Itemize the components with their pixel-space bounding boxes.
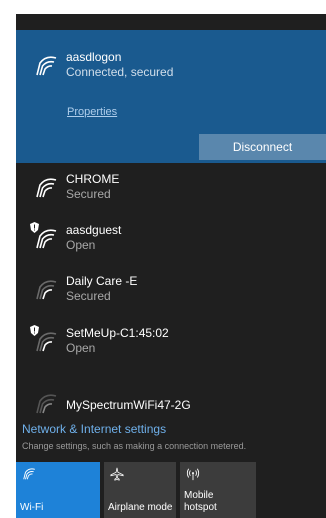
wifi-icon [36, 394, 57, 414]
network-ssid: CHROME [66, 172, 120, 186]
tile-label: Airplane mode [108, 502, 173, 513]
network-item-setmeup[interactable]: SetMeUp-C1:45:02 Open [16, 324, 326, 368]
wifi-open-icon-wrap [30, 325, 58, 354]
warning-shield-icon [30, 222, 39, 233]
tile-label: Mobile hotspot [184, 490, 217, 513]
properties-link[interactable]: Properties [67, 106, 117, 118]
network-item-myspectrum[interactable]: MySpectrumWiFi47-2G [16, 392, 326, 416]
network-status: Open [66, 341, 96, 355]
wifi-icon [36, 178, 57, 198]
network-ssid: aasdguest [66, 223, 122, 237]
airplane-mode-quick-action-tile[interactable]: Airplane mode [104, 462, 176, 518]
network-status: Open [66, 238, 96, 252]
network-internet-settings-link[interactable]: Network & Internet settings [22, 422, 166, 436]
warning-shield-icon [30, 325, 39, 336]
wifi-icon [23, 468, 35, 480]
tile-label: Wi-Fi [20, 502, 44, 513]
disconnect-button[interactable]: Disconnect [199, 134, 326, 160]
wifi-open-icon-wrap [30, 222, 58, 251]
network-flyout: aasdlogon Connected, secured Properties … [16, 14, 326, 518]
connected-network-row[interactable]: aasdlogon Connected, secured [16, 48, 326, 92]
settings-description: Change settings, such as making a connec… [22, 441, 247, 451]
network-item-aasdguest[interactable]: aasdguest Open [16, 221, 326, 265]
network-ssid: MySpectrumWiFi47-2G [66, 398, 191, 412]
connected-network-item[interactable]: aasdlogon Connected, secured Properties … [16, 30, 326, 163]
network-ssid: Daily Care -E [66, 274, 138, 288]
mobile-hotspot-quick-action-tile[interactable]: Mobile hotspot [180, 462, 256, 518]
wifi-icon [36, 56, 57, 76]
network-item-chrome[interactable]: CHROME Secured [16, 170, 326, 214]
wifi-icon [36, 280, 57, 300]
hotspot-icon [186, 468, 200, 481]
airplane-icon [110, 467, 124, 481]
network-ssid: SetMeUp-C1:45:02 [66, 326, 169, 340]
network-status: Connected, secured [66, 65, 174, 79]
network-item-daily-care[interactable]: Daily Care -E Secured [16, 272, 326, 316]
network-status: Secured [66, 187, 111, 201]
network-ssid: aasdlogon [66, 50, 122, 64]
network-status: Secured [66, 289, 111, 303]
wifi-quick-action-tile[interactable]: Wi-Fi [16, 462, 100, 518]
